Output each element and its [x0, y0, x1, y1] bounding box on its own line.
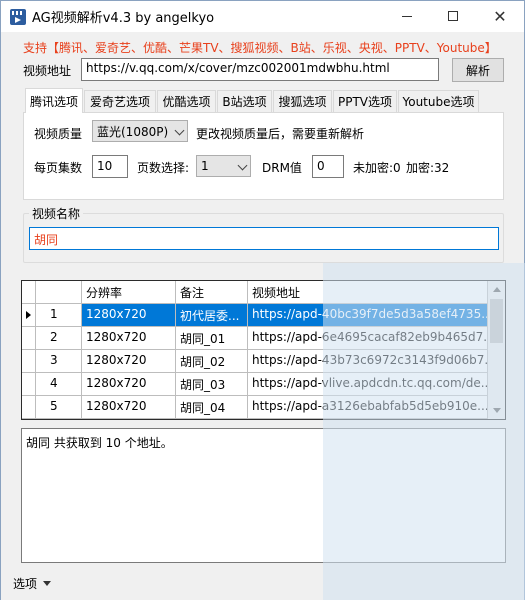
cell-url[interactable]: https://apd-40bc39f7de5d3a58ef4735...	[248, 304, 488, 327]
dropdown-arrow-icon	[43, 581, 52, 586]
row-number: 5	[36, 396, 82, 419]
cell-url[interactable]: https://apd-vlive.apdcdn.tc.qq.com/de...	[248, 373, 488, 396]
table-row[interactable]: 3 1280x720 胡同_02 https://apd-43b73c6972c…	[22, 350, 488, 373]
row-selector[interactable]	[22, 304, 36, 327]
minimize-icon	[402, 15, 412, 17]
chevron-down-icon	[174, 125, 185, 136]
table-header: 分辨率 备注 视频地址	[22, 281, 488, 304]
cell-note[interactable]: 胡同_04	[176, 396, 248, 419]
tab-pptv[interactable]: PPTV选项	[333, 90, 397, 112]
maximize-icon	[448, 11, 458, 21]
cell-note[interactable]: 胡同_03	[176, 373, 248, 396]
current-row-arrow-icon	[26, 311, 31, 319]
chevron-down-icon	[237, 160, 248, 171]
page-select-value: 1	[201, 159, 209, 173]
header-url[interactable]: 视频地址	[248, 281, 488, 304]
row-number: 1	[36, 304, 82, 327]
scroll-up-arrow-icon	[492, 287, 501, 292]
scrollbar-thumb[interactable]	[490, 299, 503, 343]
video-name-input[interactable]: 胡同	[29, 227, 499, 250]
cell-resolution[interactable]: 1280x720	[82, 304, 176, 327]
header-note[interactable]: 备注	[176, 281, 248, 304]
quality-hint: 更改视频质量后，需要重新解析	[196, 127, 365, 141]
cell-note[interactable]: 胡同_01	[176, 327, 248, 350]
cell-resolution[interactable]: 1280x720	[82, 350, 176, 373]
url-label: 视频地址	[23, 64, 72, 78]
per-page-input[interactable]: 10	[92, 155, 128, 178]
title-bar[interactable]: AG视频解析v4.3 by angelkyo ✕	[1, 1, 524, 32]
log-output[interactable]: 胡同 共获取到 10 个地址。	[21, 428, 506, 563]
table-scrollbar[interactable]	[488, 281, 505, 419]
page-select[interactable]: 1	[196, 155, 251, 177]
minimize-button[interactable]	[384, 1, 430, 31]
window-title: AG视频解析v4.3 by angelkyo	[32, 11, 215, 26]
cell-url[interactable]: https://apd-a3126ebabfab5d5eb910e...	[248, 396, 488, 419]
main-window: AG视频解析v4.3 by angelkyo ✕ 支持【腾讯、爱奇艺、优酷、芒果…	[0, 0, 525, 600]
row-selector[interactable]	[22, 350, 36, 373]
close-icon: ✕	[493, 6, 507, 26]
table-row[interactable]: 5 1280x720 胡同_04 https://apd-a3126ebabfa…	[22, 396, 488, 419]
row-number: 3	[36, 350, 82, 373]
table-row[interactable]: 4 1280x720 胡同_03 https://apd-vlive.apdcd…	[22, 373, 488, 396]
scroll-down-button[interactable]	[488, 402, 505, 419]
quality-label: 视频质量	[34, 127, 83, 141]
cell-resolution[interactable]: 1280x720	[82, 396, 176, 419]
cell-note[interactable]: 胡同_02	[176, 350, 248, 373]
maximize-button[interactable]	[430, 1, 476, 31]
unencrypted-count: 未加密:0	[353, 161, 401, 175]
parse-button[interactable]: 解析	[452, 58, 504, 82]
table-row[interactable]: 2 1280x720 胡同_01 https://apd-6e4695cacaf…	[22, 327, 488, 350]
tab-youku[interactable]: 优酷选项	[157, 90, 216, 112]
drm-input[interactable]: 0	[312, 155, 344, 178]
quality-select-value: 蓝光(1080P)	[97, 124, 169, 139]
options-dropdown[interactable]: 选项	[13, 575, 52, 592]
row-number: 2	[36, 327, 82, 350]
tab-sohu[interactable]: 搜狐选项	[273, 90, 332, 112]
tab-iqiyi[interactable]: 爱奇艺选项	[84, 90, 156, 112]
scroll-down-arrow-icon	[492, 408, 501, 413]
cell-url[interactable]: https://apd-43b73c6972c3143f9d06b7...	[248, 350, 488, 373]
table-row[interactable]: 1 1280x720 初代居委... https://apd-40bc39f7d…	[22, 304, 488, 327]
cell-url[interactable]: https://apd-6e4695cacaf82eb9b465d7...	[248, 327, 488, 350]
quality-select[interactable]: 蓝光(1080P)	[92, 120, 188, 142]
tab-youtube[interactable]: Youtube选项	[398, 90, 479, 112]
supported-sites-text: 支持【腾讯、爱奇艺、优酷、芒果TV、搜狐视频、B站、乐视、央视、PPTV、You…	[23, 41, 497, 55]
row-selector[interactable]	[22, 396, 36, 419]
cell-resolution[interactable]: 1280x720	[82, 373, 176, 396]
video-name-label: 视频名称	[29, 205, 84, 222]
tab-bilibili[interactable]: B站选项	[217, 90, 272, 112]
row-selector[interactable]	[22, 327, 36, 350]
close-button[interactable]: ✕	[477, 1, 523, 31]
tab-tencent[interactable]: 腾讯选项	[25, 88, 83, 113]
scroll-up-button[interactable]	[488, 281, 505, 298]
video-table[interactable]: 分辨率 备注 视频地址 1 1280x720 初代居委... https://a…	[21, 280, 506, 420]
page-select-label: 页数选择:	[137, 161, 190, 175]
cell-resolution[interactable]: 1280x720	[82, 327, 176, 350]
status-bar: 选项	[1, 571, 524, 600]
drm-label: DRM值	[262, 161, 302, 175]
encrypted-count: 加密:32	[406, 161, 450, 175]
per-page-label: 每页集数	[34, 161, 83, 175]
header-corner	[22, 281, 36, 304]
header-resolution[interactable]: 分辨率	[82, 281, 176, 304]
app-logo-icon	[10, 8, 26, 25]
cell-note[interactable]: 初代居委...	[176, 304, 248, 327]
url-input[interactable]: https://v.qq.com/x/cover/mzc002001mdwbhu…	[81, 58, 439, 81]
header-index	[36, 281, 82, 304]
options-label: 选项	[13, 577, 38, 591]
row-number: 4	[36, 373, 82, 396]
row-selector[interactable]	[22, 373, 36, 396]
